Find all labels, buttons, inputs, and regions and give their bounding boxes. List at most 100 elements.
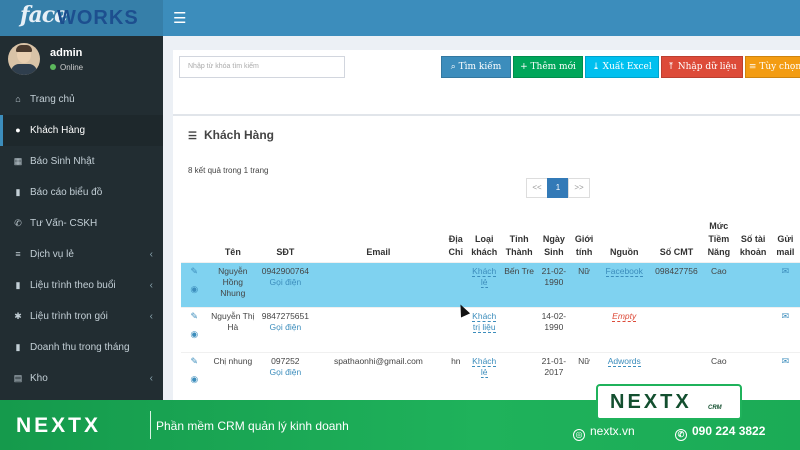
sidebar-item-session-treatment[interactable]: ▮ Liệu trình theo buổi ‹: [0, 270, 163, 301]
database-icon: ▤: [13, 373, 23, 383]
phone-icon: ✆: [675, 429, 687, 441]
globe-icon: ◎: [573, 429, 585, 441]
chevron-left-icon: ‹: [149, 311, 153, 322]
col-birthdate: Ngày Sinh: [542, 234, 565, 257]
sidebar: admin Online ⌂ Trang chủ ● Khách Hàng ▦ Báo…: [0, 36, 163, 400]
add-button[interactable]: + Thêm mới: [513, 56, 583, 78]
user-status: Online: [50, 63, 83, 72]
sidebar-item-warehouse[interactable]: ▤ Kho ‹: [0, 363, 163, 394]
import-button[interactable]: ⤒ Nhập dữ liệu: [661, 56, 743, 78]
customer-table: Tên SĐT Email Địa Chỉ Loại khách Tỉnh Th…: [181, 218, 800, 398]
col-email: Email: [366, 247, 391, 257]
binoculars-icon: ⌕: [450, 62, 456, 72]
sidebar-item-birthday[interactable]: ▦ Báo Sinh Nhật: [0, 146, 163, 177]
next-page-button[interactable]: >>: [568, 178, 590, 198]
sidebar-item-package-treatment[interactable]: ✱ Liệu trình trọn gói ‹: [0, 301, 163, 332]
slogan: Phần mềm CRM quản lý kinh doanh: [156, 419, 349, 433]
edit-icon[interactable]: ✎: [183, 311, 206, 322]
col-phone: SĐT: [276, 247, 295, 257]
col-name: Tên: [224, 247, 241, 257]
phone-number[interactable]: ✆ 090 224 3822: [675, 424, 765, 441]
home-icon: ⌂: [15, 94, 21, 104]
sidebar-nav: ⌂ Trang chủ ● Khách Hàng ▦ Báo Sinh Nhật ▮ B…: [0, 84, 163, 394]
download-icon: ⤓: [592, 62, 600, 72]
source-link[interactable]: Facebook: [605, 266, 643, 277]
col-potential: Mức Tiềm Năng: [707, 221, 731, 257]
eye-icon[interactable]: ◉: [183, 374, 206, 385]
source-link[interactable]: Adwords: [607, 356, 641, 367]
customer-type-link[interactable]: Khách lẻ: [472, 266, 497, 288]
eye-icon[interactable]: ◉: [183, 284, 206, 295]
bookmark-icon: ▮: [15, 280, 21, 290]
col-source: Nguồn: [609, 247, 639, 257]
app-logo[interactable]: face WORKS: [0, 0, 163, 36]
badge-logo: NEXTX: [610, 391, 692, 413]
bar-chart-icon: ▮: [15, 187, 21, 197]
col-city: Tỉnh Thành: [505, 234, 533, 257]
plus-icon: +: [520, 62, 528, 72]
badge-sub: CRM: [708, 405, 722, 411]
nextx-crm-badge: NEXTX CRM: [596, 384, 742, 420]
logo-suffix: WORKS: [57, 7, 139, 29]
main-content: Nhập từ khóa tìm kiếm ⌕ Tìm kiếm + Thêm …: [163, 36, 800, 400]
call-link[interactable]: Gọi điện: [260, 322, 311, 333]
source-link[interactable]: Empty: [612, 311, 637, 322]
current-page-button[interactable]: 1: [547, 178, 569, 198]
customer-box: ☰ Khách Hàng 8 kết quả trong 1 trang << 1…: [173, 114, 800, 400]
chevron-left-icon: ‹: [149, 249, 153, 260]
list-icon: ≡: [15, 249, 21, 259]
options-button[interactable]: ≡ Tùy chọn: [745, 56, 800, 78]
table-header: Tên SĐT Email Địa Chỉ Loại khách Tỉnh Th…: [181, 218, 800, 263]
call-link[interactable]: Gọi điện: [260, 367, 311, 378]
avatar: [8, 43, 40, 75]
col-account-number: Số tài khoản: [739, 234, 767, 257]
top-navbar: face WORKS ☰: [0, 0, 800, 36]
user-name: admin: [50, 47, 83, 59]
col-send-mail: Gửi mail: [776, 234, 795, 257]
export-excel-button[interactable]: ⤓ Xuất Excel: [585, 56, 659, 78]
mail-icon[interactable]: ✉: [782, 356, 790, 366]
search-button[interactable]: ⌕ Tìm kiếm: [441, 56, 511, 78]
col-customer-type: Loại khách: [471, 234, 498, 257]
customer-type-link[interactable]: Khách lẻ: [472, 356, 497, 378]
bar-chart-icon: ▮: [15, 342, 21, 352]
call-link[interactable]: Gọi điện: [260, 277, 311, 288]
col-gender: Giới tính: [574, 234, 594, 257]
brand-logo: NEXTX: [16, 414, 102, 437]
sidebar-item-home[interactable]: ⌂ Trang chủ: [0, 84, 163, 115]
prev-page-button[interactable]: <<: [526, 178, 548, 198]
mail-icon[interactable]: ✉: [782, 266, 790, 276]
col-id-number: Số CMT: [659, 247, 694, 257]
list-icon: ≡: [748, 62, 757, 72]
search-input[interactable]: Nhập từ khóa tìm kiếm: [179, 56, 345, 78]
page-title: ☰ Khách Hàng: [188, 128, 275, 142]
list-icon: ☰: [188, 131, 197, 142]
user-icon: ●: [15, 125, 21, 135]
result-count: 8 kết quả trong 1 trang: [188, 166, 269, 175]
mail-icon[interactable]: ✉: [782, 311, 790, 321]
user-panel: admin Online: [0, 36, 163, 86]
table-row[interactable]: ✎ ◉ Nguyễn Thị Hà 9847275651 Gọi điện Khác…: [181, 307, 800, 353]
sidebar-item-single-service[interactable]: ≡ Dịch vụ lẻ ‹: [0, 239, 163, 270]
customer-type-link[interactable]: Khách trị liệu: [472, 311, 497, 333]
birthday-icon: ▦: [13, 156, 23, 166]
website-link[interactable]: ◎ nextx.vn: [573, 424, 635, 441]
chevron-left-icon: ‹: [149, 373, 153, 384]
edit-icon[interactable]: ✎: [183, 356, 206, 367]
online-dot-icon: [50, 64, 56, 70]
chevron-left-icon: ‹: [149, 280, 153, 291]
sidebar-item-monthly-revenue[interactable]: ▮ Doanh thu trong tháng: [0, 332, 163, 363]
upload-icon: ⤒: [667, 62, 675, 72]
hamburger-icon[interactable]: ☰: [173, 9, 186, 27]
sidebar-item-chart-report[interactable]: ▮ Báo cáo biểu đồ: [0, 177, 163, 208]
sidebar-item-consulting[interactable]: ✆ Tư Vấn- CSKH: [0, 208, 163, 239]
divider: [150, 411, 151, 439]
eye-icon[interactable]: ◉: [183, 329, 206, 340]
pagination: << 1 >>: [526, 178, 590, 198]
col-address: Địa Chỉ: [448, 234, 464, 257]
phone-icon: ✆: [14, 218, 22, 228]
asterisk-icon: ✱: [14, 311, 22, 321]
sidebar-item-customers[interactable]: ● Khách Hàng: [0, 115, 163, 146]
edit-icon[interactable]: ✎: [183, 266, 206, 277]
table-row[interactable]: ✎ ◉ Nguyễn Hồng Nhung 0942900764 Gọi điện …: [181, 262, 800, 308]
